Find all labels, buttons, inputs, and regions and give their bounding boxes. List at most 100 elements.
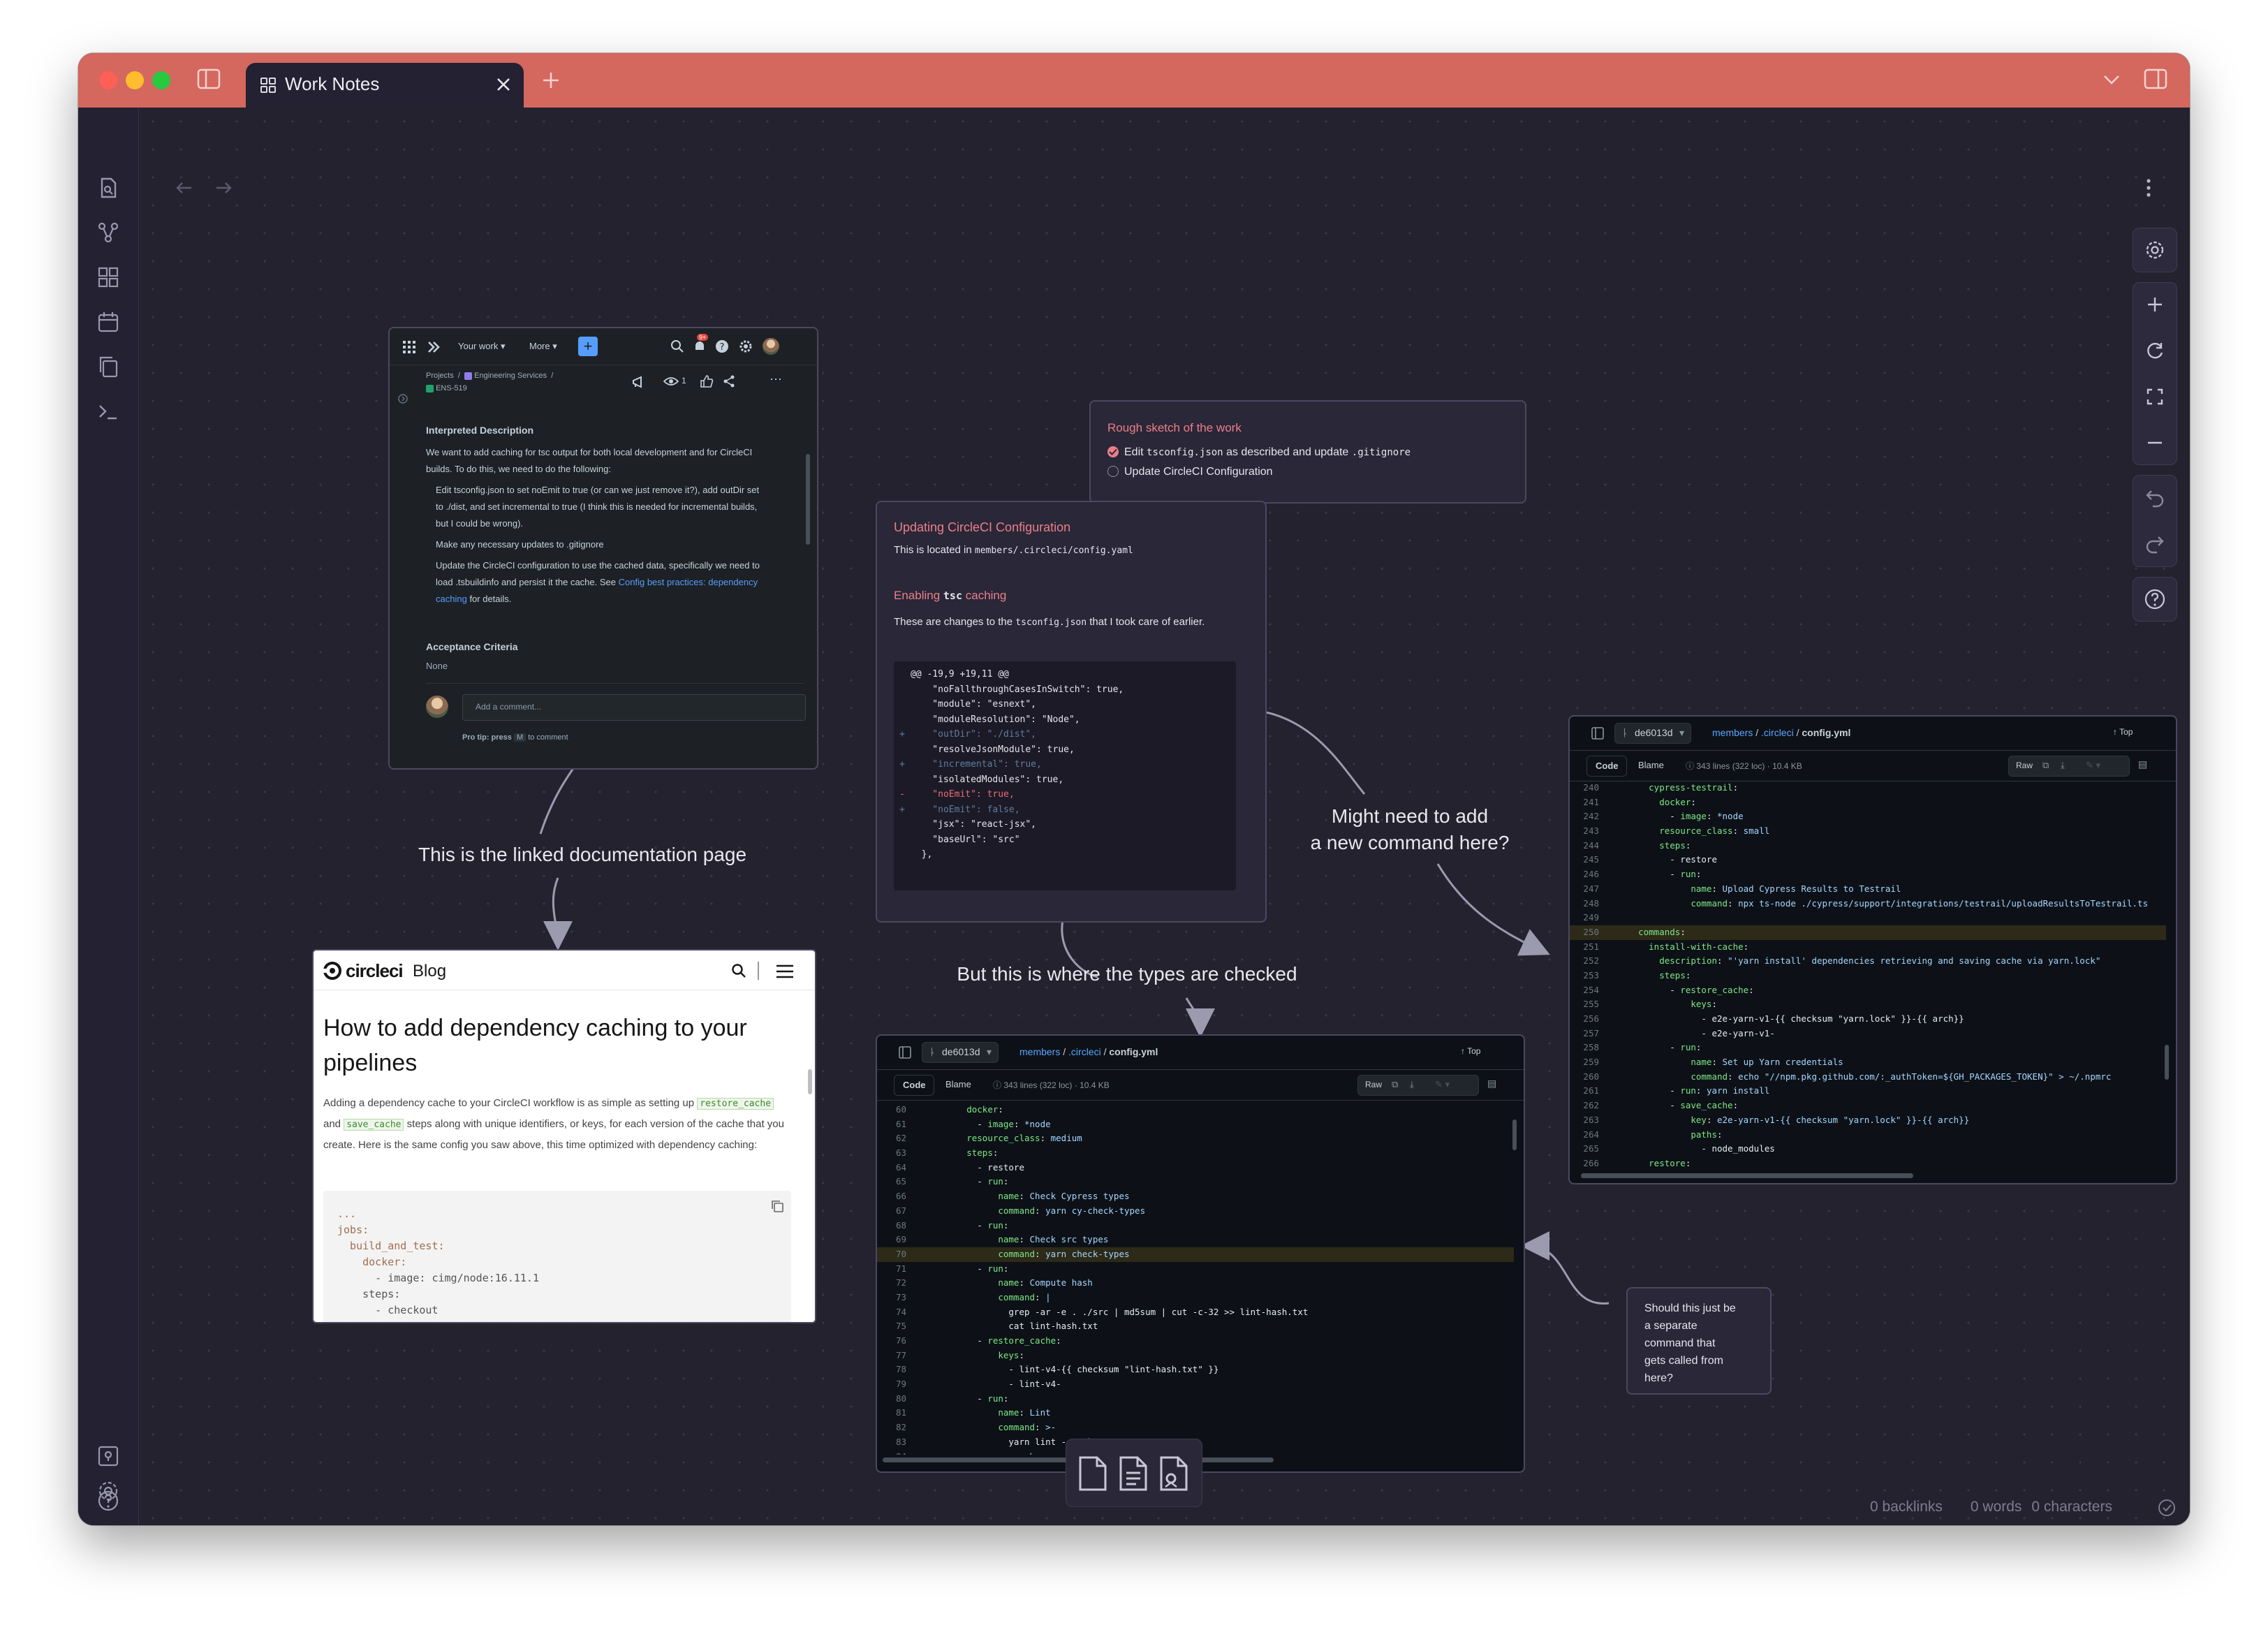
github-config-embed-right[interactable]: ᚿ de6013d ▾ members / .circleci / config.y… <box>1568 715 2177 1184</box>
task-1[interactable]: Edit tsconfig.json as described and upda… <box>1107 446 1411 459</box>
add-media-icon[interactable] <box>1157 1455 1191 1496</box>
line-number[interactable]: 64 <box>877 1161 906 1175</box>
line-number[interactable]: 265 <box>1570 1142 1599 1157</box>
line-number[interactable]: 71 <box>877 1262 906 1277</box>
code-tab[interactable]: Code <box>894 1075 934 1096</box>
file-tree-icon[interactable] <box>898 1045 912 1063</box>
thumbs-up-icon[interactable] <box>700 374 714 392</box>
calendar-icon[interactable] <box>96 310 120 334</box>
chevron-down-icon[interactable] <box>2102 73 2121 90</box>
feedback-icon[interactable] <box>631 374 647 393</box>
line-number[interactable]: 266 <box>1570 1157 1599 1171</box>
notifications-icon[interactable] <box>693 339 707 357</box>
file-tree-icon[interactable] <box>1591 726 1605 744</box>
close-window-button[interactable] <box>99 71 117 89</box>
line-number[interactable]: 245 <box>1570 853 1599 867</box>
line-number[interactable]: 251 <box>1570 940 1599 955</box>
line-number[interactable]: 73 <box>877 1291 906 1305</box>
circleci-blog-embed[interactable]: circleci Blog How to add dependency cach… <box>312 949 816 1323</box>
line-number[interactable]: 243 <box>1570 824 1599 839</box>
line-number[interactable]: 61 <box>877 1117 906 1132</box>
line-number[interactable]: 250 <box>1570 925 1599 940</box>
path-circleci[interactable]: .circleci <box>1761 727 1794 738</box>
line-number[interactable]: 241 <box>1570 795 1599 810</box>
h-scrollbar[interactable] <box>1581 1173 1913 1178</box>
line-number[interactable]: 78 <box>877 1363 906 1377</box>
watch-icon[interactable] <box>663 376 679 390</box>
line-number[interactable]: 66 <box>877 1189 906 1204</box>
line-number[interactable]: 79 <box>877 1377 906 1392</box>
line-number[interactable]: 261 <box>1570 1084 1599 1099</box>
line-number[interactable]: 75 <box>877 1319 906 1334</box>
issue-more-icon[interactable]: ··· <box>770 372 782 386</box>
app-switcher-icon[interactable] <box>402 340 416 358</box>
issue-key-row[interactable]: ENS-519 <box>426 384 467 392</box>
line-number[interactable]: 262 <box>1570 1099 1599 1113</box>
branch-selector[interactable]: ᚿ de6013d ▾ <box>1614 723 1691 744</box>
download-icon[interactable]: ⤓ <box>2061 760 2065 771</box>
symbols-icon[interactable]: ▤ <box>1487 1078 1496 1089</box>
line-number[interactable]: 258 <box>1570 1041 1599 1055</box>
maximize-window-button[interactable] <box>152 71 170 89</box>
close-tab-icon[interactable] <box>494 75 513 97</box>
new-tab-icon[interactable] <box>540 70 561 94</box>
file-actions[interactable]: Raw ⧉ ⤓ ✎ ▾ <box>1357 1075 1479 1096</box>
canvas-area[interactable]: Your work ▾ More ▾ + 9+ ? Projects / Eng… <box>139 108 2190 1525</box>
path-members[interactable]: members <box>1712 727 1753 738</box>
line-number[interactable]: 264 <box>1570 1128 1599 1143</box>
tab-work-notes[interactable]: Work Notes <box>246 63 524 108</box>
line-number[interactable]: 76 <box>877 1334 906 1349</box>
edit-icon[interactable]: ✎ ▾ <box>2086 760 2100 771</box>
hamburger-menu-icon[interactable] <box>776 964 794 982</box>
line-number[interactable]: 81 <box>877 1406 906 1420</box>
line-number[interactable]: 65 <box>877 1175 906 1189</box>
scrollbar[interactable] <box>806 454 810 545</box>
line-number[interactable]: 240 <box>1570 781 1599 795</box>
jira-logo-icon[interactable] <box>426 339 441 358</box>
sidebar-expand-icon[interactable] <box>398 394 408 407</box>
copy-raw-icon[interactable]: ⧉ <box>1392 1079 1398 1090</box>
line-number[interactable]: 82 <box>877 1420 906 1435</box>
add-card-icon[interactable] <box>1076 1455 1110 1496</box>
create-button[interactable]: + <box>578 337 598 356</box>
line-number[interactable]: 246 <box>1570 867 1599 882</box>
updating-circleci-card[interactable]: Updating CircleCI Configuration This is … <box>876 501 1267 923</box>
line-number[interactable]: 253 <box>1570 969 1599 983</box>
line-number[interactable]: 257 <box>1570 1027 1599 1041</box>
file-actions[interactable]: Raw ⧉ ⤓ ✎ ▾ <box>2008 756 2130 777</box>
right-sidebar-toggle-icon[interactable] <box>2144 68 2167 93</box>
line-number[interactable]: 259 <box>1570 1055 1599 1070</box>
sidebar-toggle-icon[interactable] <box>197 68 221 93</box>
jira-settings-icon[interactable] <box>739 339 753 357</box>
line-number[interactable]: 62 <box>877 1131 906 1146</box>
line-number[interactable]: 68 <box>877 1219 906 1233</box>
line-number[interactable]: 249 <box>1570 911 1599 925</box>
github-config-embed-middle[interactable]: ᚿ de6013d ▾ members / .circleci / config.y… <box>876 1034 1525 1473</box>
line-number[interactable]: 263 <box>1570 1113 1599 1128</box>
nav-your-work[interactable]: Your work ▾ <box>458 341 505 352</box>
settings-gear-icon[interactable] <box>96 1479 120 1503</box>
line-number[interactable]: 72 <box>877 1276 906 1291</box>
copy-code-icon[interactable] <box>770 1199 784 1217</box>
canvas-view-icon[interactable] <box>96 265 120 289</box>
rough-sketch-card[interactable]: Rough sketch of the work Edit tsconfig.j… <box>1089 400 1526 504</box>
task-2[interactable]: Update CircleCI Configuration <box>1107 466 1273 478</box>
sync-check-icon[interactable] <box>2158 1499 2176 1520</box>
minimize-window-button[interactable] <box>126 71 144 89</box>
breadcrumb-projects[interactable]: Projects <box>426 372 454 380</box>
line-number[interactable]: 260 <box>1570 1070 1599 1085</box>
backlinks-count[interactable]: 0 backlinks <box>1870 1499 1943 1515</box>
blog-search-icon[interactable] <box>731 963 746 982</box>
breadcrumb-space[interactable]: Engineering Services <box>474 372 547 380</box>
download-icon[interactable]: ⤓ <box>1410 1079 1414 1090</box>
code-tab[interactable]: Code <box>1586 756 1627 777</box>
line-number[interactable]: 254 <box>1570 983 1599 998</box>
line-number[interactable]: 77 <box>877 1349 906 1363</box>
edit-icon[interactable]: ✎ ▾ <box>1435 1079 1450 1090</box>
line-number[interactable]: 248 <box>1570 897 1599 911</box>
copy-icon[interactable] <box>96 355 120 379</box>
v-scrollbar[interactable] <box>2165 1045 2169 1080</box>
add-note-icon[interactable] <box>1117 1455 1150 1496</box>
line-number[interactable]: 83 <box>877 1435 906 1450</box>
path-circleci[interactable]: .circleci <box>1068 1046 1101 1057</box>
